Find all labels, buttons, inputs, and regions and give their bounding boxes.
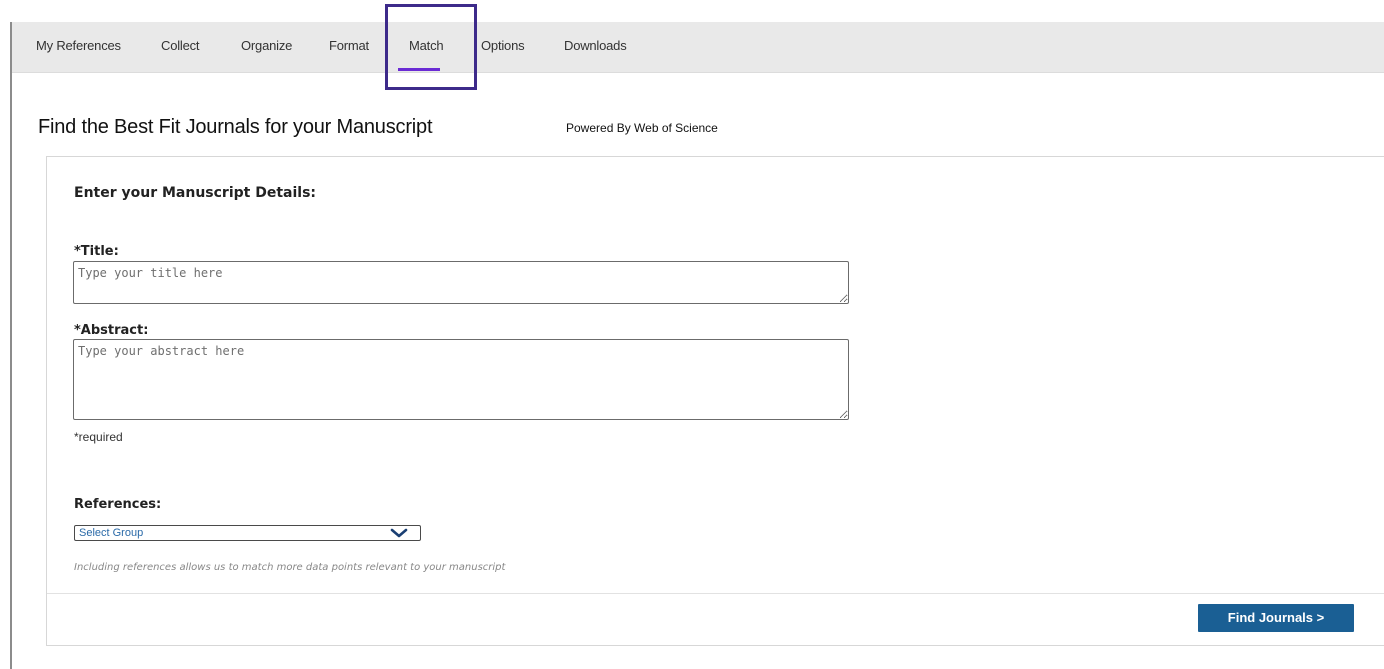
title-input[interactable] [73,261,849,304]
chevron-down-icon [390,528,408,538]
references-hint: Including references allows us to match … [74,562,506,573]
page-title: Find the Best Fit Journals for your Manu… [38,116,433,138]
section-heading: Enter your Manuscript Details: [74,185,317,201]
window-left-edge [0,0,12,669]
title-label: *Title: [74,244,119,259]
abstract-label: *Abstract: [74,323,149,338]
tab-downloads[interactable]: Downloads [564,22,627,72]
main-tab-bar: My References Collect Organize Format Ma… [12,22,1384,73]
powered-by-label: Powered By Web of Science [566,121,718,135]
required-note: *required [74,430,123,444]
tab-format[interactable]: Format [329,22,369,72]
select-group-value: Select Group [79,527,144,539]
tab-my-references[interactable]: My References [36,22,121,72]
tab-organize[interactable]: Organize [241,22,292,72]
references-label: References: [74,497,162,512]
match-tab-highlight-box [385,4,477,90]
panel-footer [47,593,1384,646]
tab-collect[interactable]: Collect [161,22,200,72]
find-journals-button[interactable]: Find Journals > [1198,604,1354,632]
tab-options[interactable]: Options [481,22,525,72]
abstract-input[interactable] [73,339,849,420]
references-group-select[interactable]: Select Group [74,525,421,541]
